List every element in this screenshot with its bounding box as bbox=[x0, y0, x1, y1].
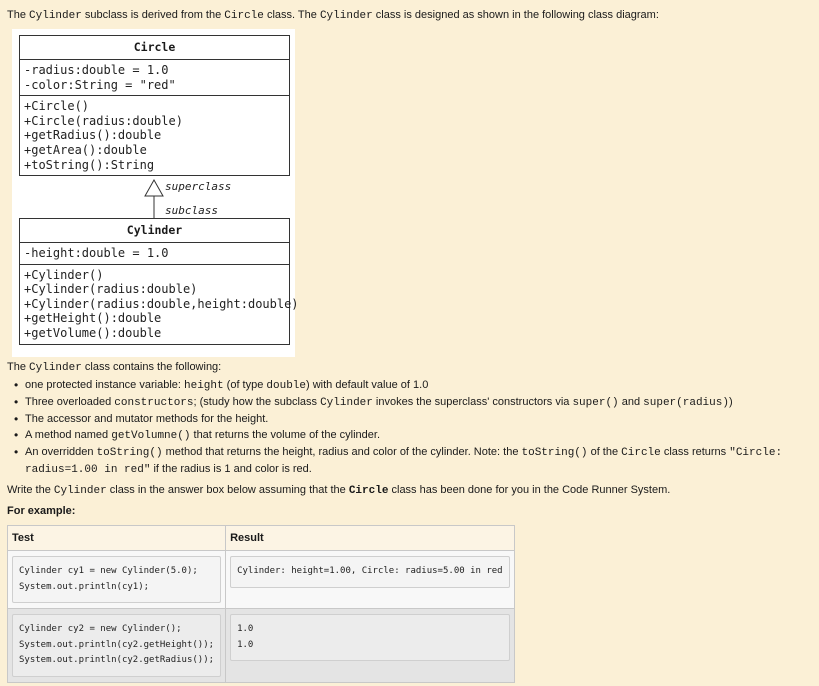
list-item: one protected instance variable: height … bbox=[7, 377, 807, 394]
test-code: Cylinder cy1 = new Cylinder(5.0); System… bbox=[12, 556, 222, 603]
item-code: super(radius) bbox=[643, 397, 729, 409]
result-code: 1.0 1.0 bbox=[230, 614, 510, 661]
intro-code-cylinder: Cylinder bbox=[29, 10, 82, 22]
header-test: Test bbox=[6, 525, 227, 551]
cylinder-fields: -height:double = 1.0 bbox=[20, 242, 289, 264]
item-text: The accessor and mutator methods for the… bbox=[25, 413, 269, 425]
cylinder-class-name: Cylinder bbox=[126, 223, 183, 237]
test-cell: Cylinder cy1 = new Cylinder(5.0); System… bbox=[6, 550, 227, 609]
test-code: Cylinder cy2 = new Cylinder(); System.ou… bbox=[12, 614, 222, 677]
cylinder-methods: +Cylinder() +Cylinder(radius:double) +Cy… bbox=[20, 263, 299, 344]
list-item: Three overloaded constructors; (study ho… bbox=[7, 394, 807, 411]
item-text: ) bbox=[728, 396, 733, 408]
list-item: An overridden toString() method that ret… bbox=[7, 444, 807, 478]
contains-code-cylinder: Cylinder bbox=[29, 362, 82, 374]
item-code: double bbox=[266, 380, 307, 392]
instruction-paragraph: Write the Cylinder class in the answer b… bbox=[7, 484, 670, 497]
intro-text: The bbox=[7, 9, 30, 21]
subclass-label: subclass bbox=[165, 204, 218, 217]
circle-class-box: Circle -radius:double = 1.0 -color:Strin… bbox=[19, 35, 290, 177]
header-result: Result bbox=[225, 525, 515, 551]
method-line: +getHeight():double bbox=[24, 311, 162, 326]
item-text: one protected instance variable: bbox=[25, 379, 184, 391]
item-code: height bbox=[184, 380, 224, 392]
item-code: Cylinder bbox=[320, 397, 373, 409]
instruction-text: Write the bbox=[7, 484, 54, 496]
item-code: toString() bbox=[521, 447, 588, 459]
item-text: if the radius is 1 and color is red. bbox=[150, 463, 312, 475]
item-text: method that returns the height, radius a… bbox=[162, 446, 522, 458]
instruction-text: class has been done for you in the Code … bbox=[388, 484, 671, 496]
item-text: A method named bbox=[25, 429, 112, 441]
feature-list: one protected instance variable: height … bbox=[7, 377, 807, 478]
item-code: Circle bbox=[621, 447, 661, 459]
circle-fields: -radius:double = 1.0 -color:String = "re… bbox=[20, 59, 289, 95]
item-text: Three overloaded bbox=[25, 396, 115, 408]
method-line: +Cylinder() bbox=[24, 267, 104, 282]
superclass-label: superclass bbox=[165, 180, 232, 193]
list-item: A method named getVolumne() that returns… bbox=[7, 427, 807, 444]
intro-text: class is designed as shown in the follow… bbox=[372, 9, 659, 21]
item-code: "Circle: bbox=[729, 447, 783, 459]
table-row: Cylinder cy1 = new Cylinder(5.0); System… bbox=[6, 550, 515, 609]
field-line: -radius:double = 1.0 bbox=[24, 63, 169, 77]
list-item: The accessor and mutator methods for the… bbox=[7, 411, 807, 427]
item-code: constructors bbox=[114, 397, 194, 409]
instruction-text: class in the answer box below assuming t… bbox=[106, 484, 349, 496]
method-line: +Circle() bbox=[24, 99, 90, 114]
examples-table: Test Result Cylinder cy1 = new Cylinder(… bbox=[6, 525, 515, 683]
contains-text: class contains the following: bbox=[81, 361, 222, 373]
method-line: +Cylinder(radius:double) bbox=[24, 282, 198, 297]
item-text: class returns bbox=[660, 446, 730, 458]
field-line: -color:String = "red" bbox=[24, 77, 176, 92]
method-line: +Circle(radius:double) bbox=[24, 113, 183, 128]
table-header-row: Test Result bbox=[6, 525, 515, 551]
item-code: toString() bbox=[96, 447, 163, 459]
intro-code-circle: Circle bbox=[224, 10, 264, 22]
method-line: +getArea():double bbox=[24, 142, 147, 157]
instruction-code-circle: Circle bbox=[348, 485, 389, 497]
intro-text: subclass is derived from the bbox=[81, 9, 225, 21]
item-text: of the bbox=[587, 446, 622, 458]
item-code: radius=1.00 in red" bbox=[25, 464, 151, 476]
class-diagram: Circle -radius:double = 1.0 -color:Strin… bbox=[12, 29, 299, 357]
intro-paragraph: The Cylinder subclass is derived from th… bbox=[7, 9, 659, 22]
test-cell: Cylinder cy2 = new Cylinder(); System.ou… bbox=[6, 608, 227, 683]
cylinder-class-box: Cylinder -height:double = 1.0 +Cylinder(… bbox=[19, 218, 299, 345]
item-code: super() bbox=[572, 397, 619, 409]
method-line: +Cylinder(radius:double,height:double) bbox=[24, 296, 299, 311]
result-cell: 1.0 1.0 bbox=[225, 608, 515, 683]
item-text: (of type bbox=[223, 379, 267, 391]
item-text: and bbox=[618, 396, 644, 408]
result-cell: Cylinder: height=1.00, Circle: radius=5.… bbox=[225, 550, 515, 609]
item-text: An overridden bbox=[25, 446, 97, 458]
item-text: that returns the volume of the cylinder. bbox=[190, 429, 381, 441]
circle-class-name: Circle bbox=[133, 40, 176, 54]
instruction-code-cylinder: Cylinder bbox=[53, 485, 107, 497]
contains-paragraph: The Cylinder class contains the followin… bbox=[7, 361, 221, 374]
for-example-heading: For example: bbox=[7, 505, 76, 517]
result-code: Cylinder: height=1.00, Circle: radius=5.… bbox=[230, 556, 510, 588]
circle-methods: +Circle() +Circle(radius:double) +getRad… bbox=[20, 95, 289, 175]
item-text: invokes the superclass' constructors via bbox=[372, 396, 573, 408]
method-line: +toString():String bbox=[24, 157, 155, 172]
intro-text: class. The bbox=[263, 9, 320, 21]
item-code: getVolumne() bbox=[111, 430, 191, 442]
item-text: ; (study how the subclass bbox=[193, 396, 321, 408]
table-row: Cylinder cy2 = new Cylinder(); System.ou… bbox=[6, 608, 515, 683]
item-text: ) with default value of 1.0 bbox=[306, 379, 429, 391]
intro-code-cylinder: Cylinder bbox=[319, 10, 373, 22]
method-line: +getVolume():double bbox=[24, 325, 162, 340]
field-line: -height:double = 1.0 bbox=[24, 246, 169, 260]
contains-text: The bbox=[7, 361, 30, 373]
method-line: +getRadius():double bbox=[24, 128, 162, 143]
